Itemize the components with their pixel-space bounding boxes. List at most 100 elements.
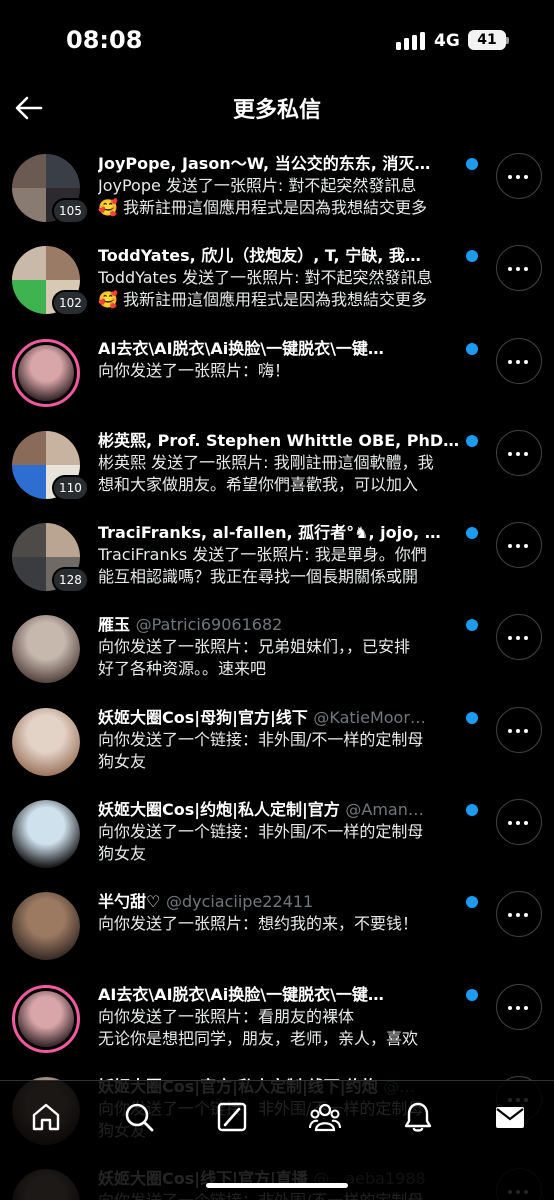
message-preview-line: 向你发送了一个链接：非外围/不一样的定制母 xyxy=(98,729,424,749)
more-options-button[interactable] xyxy=(496,522,542,569)
participant-count-badge: 128 xyxy=(52,567,89,594)
more-options-button[interactable] xyxy=(496,706,542,753)
notifications-icon[interactable] xyxy=(402,1101,434,1133)
bottom-navigation xyxy=(0,1080,554,1200)
conversation-row[interactable]: 102 ToddYates, 欣儿（找炮友）, T, 宁缺, 我… ToddYate… xyxy=(0,232,554,324)
conversation-row[interactable]: 110 彬英熙, Prof. Stephen Whittle OBE, PhD… 彬… xyxy=(0,417,554,509)
user-handle: @KatieMoor… xyxy=(313,707,426,727)
page-title: 更多私信 xyxy=(232,98,321,123)
more-dot-icon xyxy=(508,451,512,456)
message-preview-line: TraciFranks 发送了一张照片: 我是單身。你們 xyxy=(98,545,427,565)
conversation-title: TraciFranks, al-fallen, 孤行者°♞, jojo, … xyxy=(98,523,441,543)
more-options-button[interactable] xyxy=(496,429,542,476)
conversation-title: AI去衣\AI脱衣\Ai换脸\一键脱衣\一键… xyxy=(98,338,384,358)
conversation-content: ToddYates, 欣儿（找炮友）, T, 宁缺, 我… ToddYates 发… xyxy=(98,245,480,311)
message-preview-line: 狗女友 xyxy=(98,751,147,771)
more-dot-icon xyxy=(516,1005,520,1010)
conversation-row[interactable]: 妖姬大圈Cos|母狗|官方|线下 @KatieMoor… 向你发送了一个链接：非外… xyxy=(0,694,554,786)
message-preview-line: 🥰 我新註冊這個應用程式是因為我想結交更多 xyxy=(98,290,428,310)
unread-dot xyxy=(466,434,478,447)
more-dot-icon xyxy=(508,1005,512,1010)
unread-dot xyxy=(466,711,478,724)
conversation-content: 半勺甜♡ @dyciaciipe22411 向你发送了一张照片：想约我的来，不要钱… xyxy=(98,891,480,935)
more-dot-icon xyxy=(516,728,520,733)
conversation-row[interactable]: AI去衣\AI脱衣\Ai换脸\一键脱衣\一键… 向你发送了一张照片：看朋友的裸体无… xyxy=(0,971,554,1063)
more-options-button[interactable] xyxy=(496,799,542,846)
avatar[interactable] xyxy=(12,338,80,407)
avatar[interactable] xyxy=(12,707,80,776)
communities-icon[interactable] xyxy=(309,1101,341,1133)
message-preview-line: 向你发送了一张照片：看朋友的裸体 xyxy=(98,1006,355,1026)
message-preview-line: ToddYates 发送了一张照片: 對不起突然發訊息 xyxy=(98,268,433,288)
participant-count-badge: 105 xyxy=(52,198,89,224)
header: 更多私信 xyxy=(0,80,554,136)
conversation-content: 彬英熙, Prof. Stephen Whittle OBE, PhD… 彬英熙 … xyxy=(98,430,480,496)
conversation-row[interactable]: AI去衣\AI脱衣\Ai换脸\一键脱衣\一键… 向你发送了一张照片：嗨！ xyxy=(0,325,554,417)
conversation-title: 雁玉 xyxy=(98,615,131,635)
message-preview-line: 向你发送了一张照片：兄弟姐妹们，，已安排 xyxy=(98,637,411,657)
more-dot-icon xyxy=(508,359,512,364)
more-dot-icon xyxy=(516,175,520,179)
more-dot-icon xyxy=(516,267,520,272)
user-handle: @dyciaciipe22411 xyxy=(165,892,314,912)
message-preview-line: 向你发送了一张照片：想约我的来，不要钱！ xyxy=(98,914,419,934)
more-options-button[interactable] xyxy=(496,245,542,292)
conversation-title-line: AI去衣\AI脱衣\Ai换脸\一键脱衣\一键… xyxy=(98,338,480,360)
conversation-list: 105 JoyPope, Jason～W, 当公交的东东, 消灭… JoyPope … xyxy=(0,140,554,1200)
more-options-button[interactable] xyxy=(496,337,542,384)
cellular-signal-icon xyxy=(396,32,425,50)
search-icon[interactable] xyxy=(123,1101,155,1133)
conversation-row[interactable]: 128 TraciFranks, al-fallen, 孤行者°♞, jojo, … xyxy=(0,509,554,601)
conversation-title-line: AI去衣\AI脱衣\Ai换脸\一键脱衣\一键… xyxy=(98,984,480,1006)
conversation-title: JoyPope, Jason～W, 当公交的东东, 消灭… xyxy=(98,154,431,173)
conversation-title: AI去衣\AI脱衣\Ai换脸\一键脱衣\一键… xyxy=(98,984,384,1004)
conversation-title-line: ToddYates, 欣儿（找炮友）, T, 宁缺, 我… xyxy=(98,245,480,267)
more-dot-icon xyxy=(516,359,520,364)
more-dot-icon xyxy=(516,636,520,641)
more-dot-icon xyxy=(508,913,512,918)
conversation-row[interactable]: 半勺甜♡ @dyciaciipe22411 向你发送了一张照片：想约我的来，不要钱… xyxy=(0,878,554,970)
network-type: 4G xyxy=(434,31,460,51)
more-options-button[interactable] xyxy=(496,891,542,938)
conversation-row[interactable]: 105 JoyPope, Jason～W, 当公交的东东, 消灭… JoyPope … xyxy=(0,140,554,232)
more-options-button[interactable] xyxy=(496,153,542,199)
more-options-button[interactable] xyxy=(496,983,542,1030)
conversation-title: 妖姬大圈Cos|约炮|私人定制|官方 xyxy=(98,800,340,820)
conversation-title-line: JoyPope, Jason～W, 当公交的东东, 消灭… xyxy=(98,153,480,175)
battery-tip xyxy=(506,37,509,44)
conversation-content: JoyPope, Jason～W, 当公交的东东, 消灭… JoyPope 发送了… xyxy=(98,153,480,219)
status-bar: 08:08 4G 41 xyxy=(0,0,554,80)
conversation-row[interactable]: 妖姬大圈Cos|约炮|私人定制|官方 @Aman… 向你发送了一个链接：非外围/不… xyxy=(0,786,554,878)
avatar[interactable] xyxy=(12,800,80,869)
more-dot-icon xyxy=(516,451,520,456)
more-dot-icon xyxy=(524,175,528,179)
unread-dot xyxy=(466,988,478,1001)
conversation-row[interactable]: 雁玉 @Patrici69061682 向你发送了一张照片：兄弟姐妹们，，已安排好… xyxy=(0,601,554,693)
participant-count-badge: 102 xyxy=(52,290,89,317)
message-preview-line: 狗女友 xyxy=(98,844,147,864)
conversation-title-line: 妖姬大圈Cos|约炮|私人定制|官方 @Aman… xyxy=(98,799,480,821)
conversation-title: 半勺甜♡ xyxy=(98,892,161,912)
message-preview-line: 无论你是想把同学，朋友，老师，亲人，喜欢 xyxy=(98,1028,419,1048)
home-icon[interactable] xyxy=(30,1101,62,1133)
avatar[interactable] xyxy=(12,984,80,1053)
conversation-content: AI去衣\AI脱衣\Ai换脸\一键脱衣\一键… 向你发送了一张照片：嗨！ xyxy=(98,338,480,382)
message-preview-line: 想和大家做朋友。希望你們喜歡我，可以加入 xyxy=(98,474,419,494)
status-time: 08:08 xyxy=(66,26,143,54)
unread-dot xyxy=(466,158,478,170)
avatar[interactable] xyxy=(12,892,80,961)
more-dot-icon xyxy=(524,913,528,918)
conversation-content: 妖姬大圈Cos|约炮|私人定制|官方 @Aman… 向你发送了一个链接：非外围/不… xyxy=(98,799,480,865)
conversation-content: 雁玉 @Patrici69061682 向你发送了一张照片：兄弟姐妹们，，已安排好… xyxy=(98,614,480,680)
grok-icon[interactable] xyxy=(216,1101,248,1133)
more-options-button[interactable] xyxy=(496,614,542,661)
messages-icon[interactable] xyxy=(494,1101,526,1133)
conversation-title-line: 雁玉 @Patrici69061682 xyxy=(98,614,480,636)
more-dot-icon xyxy=(524,821,528,826)
more-dot-icon xyxy=(524,451,528,456)
avatar[interactable] xyxy=(12,615,80,684)
conversation-title-line: TraciFranks, al-fallen, 孤行者°♞, jojo, … xyxy=(98,522,480,544)
more-dot-icon xyxy=(516,821,520,826)
more-dot-icon xyxy=(508,267,512,272)
battery-icon: 41 xyxy=(468,30,506,50)
